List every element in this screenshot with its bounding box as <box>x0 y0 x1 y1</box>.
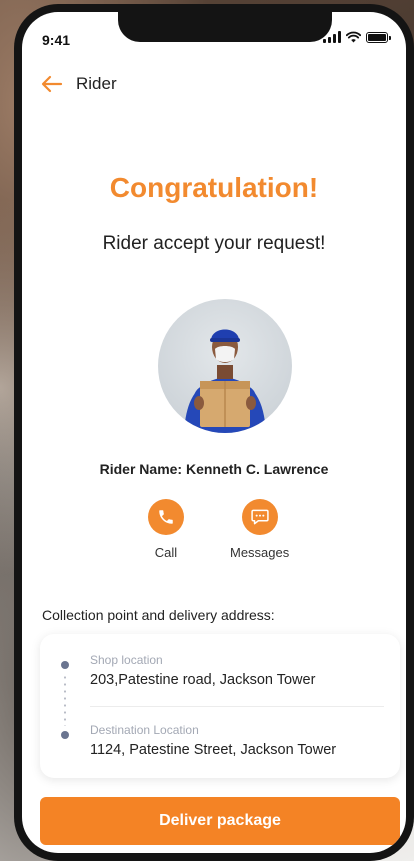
chat-icon <box>241 499 278 535</box>
address-heading: Collection point and delivery address: <box>42 607 275 623</box>
status-time: 9:41 <box>42 32 71 48</box>
phone-notch <box>118 12 332 42</box>
route-line <box>64 674 66 726</box>
call-label: Call <box>154 545 178 560</box>
address-card: Shop location 203,Patestine road, Jackso… <box>40 634 400 778</box>
wifi-icon <box>346 31 361 43</box>
pickup-dot <box>61 661 69 669</box>
rider-avatar <box>158 299 292 433</box>
deliver-package-button[interactable]: Deliver package <box>40 797 400 845</box>
signal-icon <box>323 31 341 43</box>
call-button[interactable]: Call <box>148 499 184 560</box>
messages-label: Messages <box>230 545 290 560</box>
phone-icon <box>148 499 184 535</box>
page-title: Rider <box>76 74 117 93</box>
congratulation-title: Congratulation! <box>109 172 319 203</box>
status-icons <box>323 31 391 43</box>
confirmation-subtitle: Rider accept your request! <box>102 233 326 254</box>
destination-dot <box>61 731 69 739</box>
battery-icon <box>366 32 391 43</box>
arrow-left-icon[interactable] <box>40 72 64 96</box>
app-header: Rider <box>40 72 117 96</box>
destination-label: Destination Location <box>90 723 199 737</box>
phone-frame: 9:41 Rider Congratulation! Rider accept … <box>14 4 414 861</box>
pickup-label: Shop location <box>90 653 163 667</box>
messages-button[interactable]: Messages <box>230 499 289 560</box>
rider-name: Rider Name: Kenneth C. Lawrence <box>99 461 329 477</box>
app-screen: 9:41 Rider Congratulation! Rider accept … <box>22 12 406 853</box>
destination-address: 1124, Patestine Street, Jackson Tower <box>90 742 337 758</box>
divider <box>90 706 384 707</box>
pickup-address: 203,Patestine road, Jackson Tower <box>90 672 316 688</box>
